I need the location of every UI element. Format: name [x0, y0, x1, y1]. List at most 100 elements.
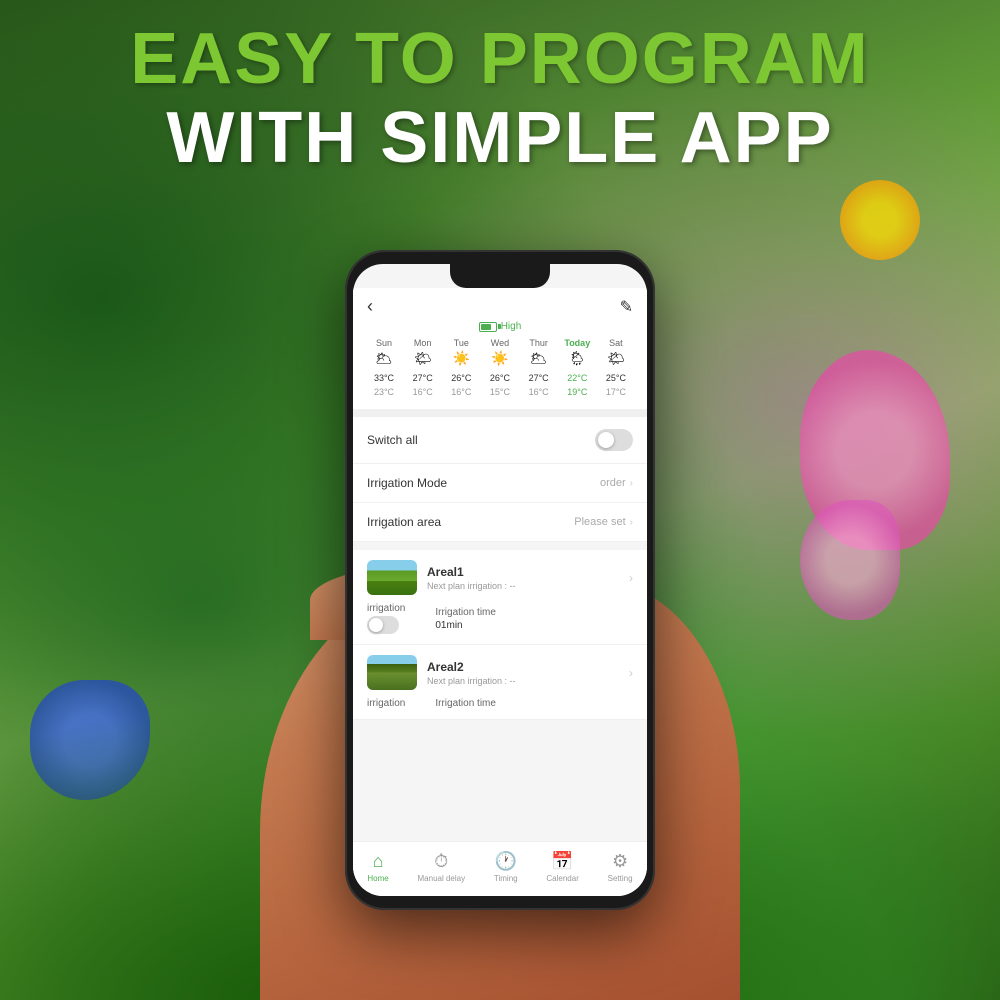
battery-tip [498, 324, 501, 329]
area-2-chevron: › [629, 666, 633, 680]
area-1-time-value: 01min [435, 620, 496, 631]
temp-low: 16°C [442, 387, 480, 397]
nav-label: Home [367, 874, 388, 883]
temp-low: 16°C [520, 387, 558, 397]
weather-icon: ☀️ [481, 350, 519, 367]
temp-high-value: 33°C [365, 373, 403, 383]
divider-1 [353, 409, 647, 417]
weather-days: Sun🌥Mon🌤Tue☀️Wed☀️Thur🌥Today🌦Sat🌤 [361, 338, 639, 369]
weather-icon: 🌥 [520, 350, 558, 367]
irrigation-mode-row[interactable]: Irrigation Mode order › [353, 464, 647, 503]
area-1-info: Areal1 Next plan irrigation : -- [427, 565, 629, 591]
temp-high: 26°C [481, 373, 519, 383]
area-1-irrigation-label: irrigation [367, 603, 405, 614]
day-name: Tue [442, 338, 480, 348]
switch-all-row: Switch all [353, 417, 647, 464]
temp-low-value: 19°C [558, 387, 596, 397]
temp-high: 26°C [442, 373, 480, 383]
area-2-header[interactable]: Areal2 Next plan irrigation : -- › [367, 655, 633, 690]
temp-high: 27°C [520, 373, 558, 383]
screen-content: ‹ ✎ High Sun🌥Mon🌤Tue☀️Wed☀️Thur🌥Tod [353, 288, 647, 896]
area-1-name: Areal1 [427, 565, 629, 579]
weather-day-mon: Mon🌤 [404, 338, 442, 369]
top-bar: ‹ ✎ [353, 288, 647, 321]
area-2-time-group[interactable]: Irrigation time [435, 698, 496, 709]
notch [450, 264, 550, 288]
phone-screen: ‹ ✎ High Sun🌥Mon🌤Tue☀️Wed☀️Thur🌥Tod [353, 264, 647, 896]
nav-item-home[interactable]: ⌂ Home [367, 851, 388, 883]
toggle-thumb [598, 432, 614, 448]
nav-icon: ⌂ [373, 851, 384, 872]
irrigation-area-label: Irrigation area [367, 515, 441, 529]
nav-label: Calendar [546, 874, 578, 883]
area-1-header[interactable]: Areal1 Next plan irrigation : -- › [367, 560, 633, 595]
area-2-name: Areal2 [427, 660, 629, 674]
nav-item-calendar[interactable]: 📅 Calendar [546, 851, 578, 883]
nav-label: Timing [494, 874, 518, 883]
area-1-toggle-thumb [369, 618, 383, 632]
temp-high: 33°C [365, 373, 403, 383]
temp-low: 23°C [365, 387, 403, 397]
header-text: EASY TO PROGRAM WITH SIMPLE APP [0, 20, 1000, 178]
area-2-irrigation-group: irrigation [367, 698, 405, 709]
area-1-irrigation-toggle[interactable] [367, 616, 399, 634]
weather-icon: 🌤 [404, 350, 442, 367]
temp-high-value: 26°C [442, 373, 480, 383]
temp-high-value: 22°C [558, 373, 596, 383]
temp-high-value: 27°C [404, 373, 442, 383]
nav-item-setting[interactable]: ⚙ Setting [608, 851, 633, 883]
battery-icon [479, 322, 497, 332]
irrigation-area-row[interactable]: Irrigation area Please set › [353, 503, 647, 542]
temp-high: 22°C [558, 373, 596, 383]
irrigation-mode-right: order › [600, 477, 633, 489]
temp-high: 27°C [404, 373, 442, 383]
nav-item-manual-delay[interactable]: ⏱Manual delay [418, 851, 466, 883]
irrigation-area-right: Please set › [574, 516, 633, 528]
area-2-controls: irrigation Irrigation time [367, 698, 633, 709]
area-1-time-label: Irrigation time [435, 607, 496, 618]
area-1-time-group[interactable]: Irrigation time 01min [435, 607, 496, 631]
area-2-next: Next plan irrigation : -- [427, 676, 629, 686]
temp-high-value: 26°C [481, 373, 519, 383]
area-1-chevron: › [629, 571, 633, 585]
day-name: Sat [597, 338, 635, 348]
temp-low-value: 16°C [442, 387, 480, 397]
switch-all-toggle[interactable] [595, 429, 633, 451]
weather-day-tue: Tue☀️ [442, 338, 480, 369]
header-line1: EASY TO PROGRAM [0, 20, 1000, 99]
temp-low-value: 17°C [597, 387, 635, 397]
weather-section: High Sun🌥Mon🌤Tue☀️Wed☀️Thur🌥Today🌦Sat🌤 3… [353, 321, 647, 409]
settings-section: Switch all Irrigation Mode order › [353, 417, 647, 542]
nav-icon: 🕐 [495, 851, 517, 872]
edit-button[interactable]: ✎ [620, 297, 633, 317]
weather-day-thur: Thur 🌥 [520, 338, 558, 369]
weather-day-today: Today🌦 [558, 338, 596, 369]
area-1-next: Next plan irrigation : -- [427, 581, 629, 591]
temp-low: 16°C [404, 387, 442, 397]
area-2-thumbnail [367, 655, 417, 690]
weather-day-wed: Wed ☀️ [481, 338, 519, 369]
header-line2: WITH SIMPLE APP [0, 99, 1000, 178]
nav-icon: ⚙ [612, 851, 628, 872]
nav-item-timing[interactable]: 🕐 Timing [494, 851, 518, 883]
battery-row: High [361, 321, 639, 332]
day-name: Wed [481, 338, 519, 348]
weather-day-sun: Sun🌥 [365, 338, 403, 369]
irrigation-mode-label: Irrigation Mode [367, 476, 447, 490]
chevron-icon-2: › [630, 517, 633, 528]
nav-label: Setting [608, 874, 633, 883]
phone-device: ‹ ✎ High Sun🌥Mon🌤Tue☀️Wed☀️Thur🌥Tod [345, 250, 655, 910]
weather-icon: 🌥 [365, 350, 403, 367]
back-button[interactable]: ‹ [367, 296, 373, 317]
area-1-controls: irrigation Irrigation time 01min [367, 603, 633, 634]
weather-icon: 🌤 [597, 350, 635, 367]
area-1-irrigation-group: irrigation [367, 603, 405, 634]
weather-temps-high: 33°C27°C26°C26°C27°C22°C25°C [361, 373, 639, 383]
phone-container: ‹ ✎ High Sun🌥Mon🌤Tue☀️Wed☀️Thur🌥Tod [290, 250, 710, 1000]
area-2-info: Areal2 Next plan irrigation : -- [427, 660, 629, 686]
area-card-2: Areal2 Next plan irrigation : -- › irrig… [353, 645, 647, 720]
nav-icon: 📅 [551, 851, 573, 872]
day-name: Thur [520, 338, 558, 348]
irrigation-area-value: Please set [574, 516, 625, 528]
bottom-navigation: ⌂ Home ⏱Manual delay 🕐 Timing 📅 Calendar ⚙ Setti… [353, 841, 647, 896]
